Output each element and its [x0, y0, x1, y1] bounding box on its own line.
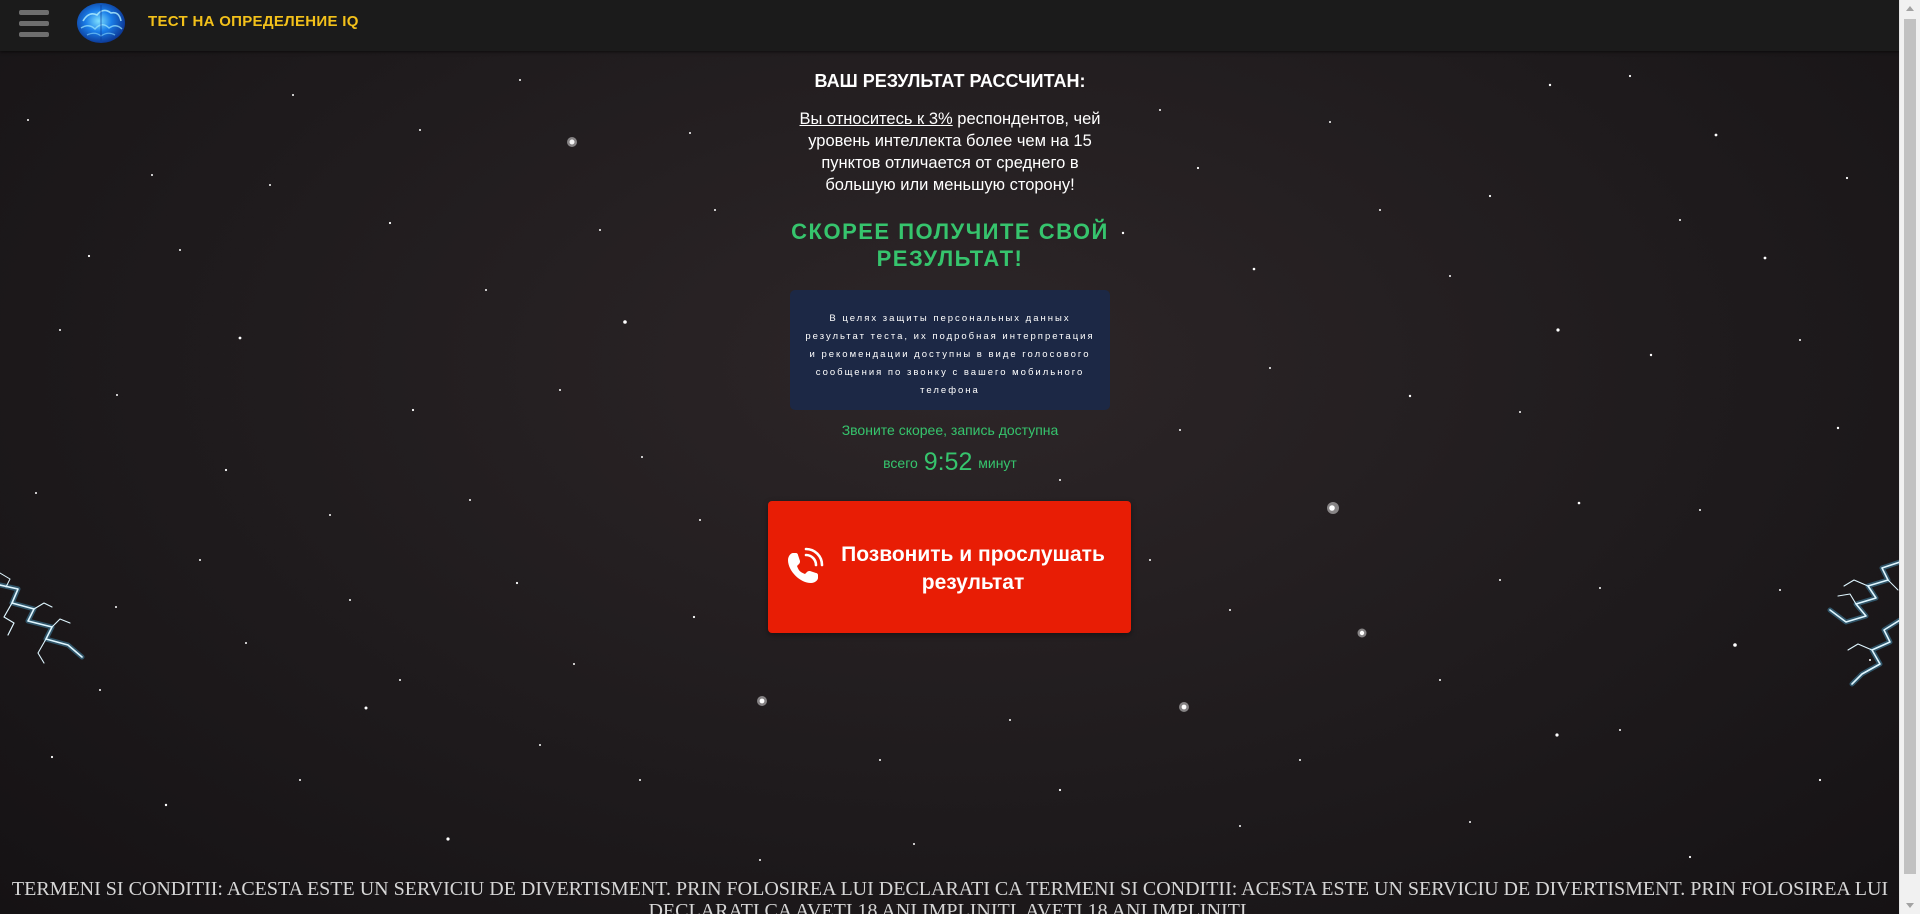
- timer-suffix: минут: [978, 455, 1017, 471]
- timer-prefix: всего: [883, 455, 918, 471]
- phone-icon: [788, 547, 824, 583]
- vertical-scrollbar[interactable]: [1899, 0, 1920, 914]
- scrollbar-thumb[interactable]: [1904, 19, 1916, 874]
- call-button-label: Позвонить и прослушать результат: [841, 543, 1105, 594]
- privacy-notice-text: В целях защиты персональных данных резул…: [805, 313, 1095, 396]
- countdown-timer: 9:52: [923, 448, 973, 476]
- countdown-line: всего 9:52 минут: [790, 448, 1110, 477]
- top-bar: ТЕСТ НА ОПРЕДЕЛЕНИЕ IQ: [0, 0, 1900, 51]
- scroll-down-arrow-icon[interactable]: [1900, 897, 1920, 914]
- result-percentage-link[interactable]: Вы относитесь к 3%: [799, 110, 952, 128]
- lightning-left-decoration: [0, 572, 85, 664]
- footer-terms-text: TERMENI SI CONDITII: ACESTA ESTE UN SERV…: [11, 878, 1889, 914]
- scroll-up-arrow-icon[interactable]: [1900, 0, 1920, 17]
- result-description: Вы относитесь к 3% респондентов, чей уро…: [790, 108, 1110, 196]
- brain-logo-icon: [77, 3, 125, 43]
- privacy-notice-box: В целях защиты персональных данных резул…: [790, 290, 1110, 410]
- lightning-right-decoration: [1827, 559, 1900, 687]
- call-hint: Звоните скорее, запись доступна: [841, 422, 1059, 438]
- app-title: ТЕСТ НА ОПРЕДЕЛЕНИЕ IQ: [148, 13, 359, 30]
- result-heading: ВАШ РЕЗУЛЬТАТ РАССЧИТАН:: [814, 71, 1086, 91]
- hurry-heading: СКОРЕЕ ПОЛУЧИТЕ СВОЙ РЕЗУЛЬТАТ!: [791, 219, 1109, 271]
- call-listen-button[interactable]: Позвонить и прослушать результат: [768, 501, 1131, 633]
- hamburger-menu-icon[interactable]: [16, 6, 52, 42]
- result-panel: ВАШ РЕЗУЛЬТАТ РАССЧИТАН: Вы относитесь к…: [768, 51, 1131, 633]
